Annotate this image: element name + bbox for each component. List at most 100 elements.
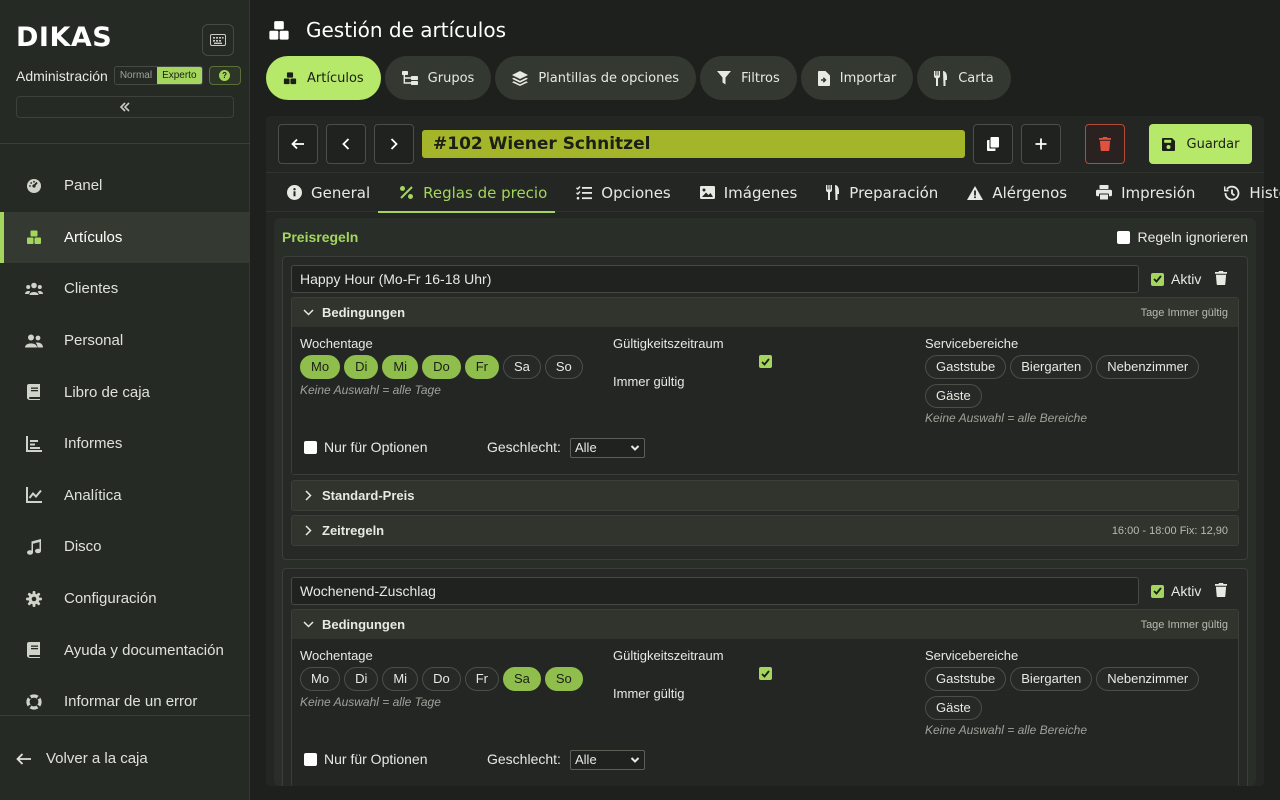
checkbox-box[interactable] [304,752,317,766]
day-pill[interactable]: Di [344,355,379,379]
delete-button[interactable] [1085,124,1125,164]
sidebar-item-informar-error[interactable]: Informar de un error [0,676,250,728]
gender-select[interactable]: Alle [570,438,645,458]
subtab-reglas-de-precio[interactable]: Reglas de precio [378,173,556,213]
tab-importar[interactable]: Importar [800,56,914,100]
conditions-header[interactable]: Bedingungen Tage Immer gültig [292,610,1238,639]
rule-name-input[interactable]: Happy Hour (Mo-Fr 16-18 Uhr) [291,265,1139,293]
standard-price-section: Standard-Preis [291,480,1239,511]
subtab-opciones[interactable]: Opciones [555,173,678,212]
sidebar-item-panel[interactable]: Panel [0,160,250,212]
active-label: Aktiv [1171,583,1202,599]
sidebar-item-ayuda[interactable]: Ayuda y documentación [0,624,250,676]
tab-grupos[interactable]: Grupos [384,56,492,100]
sidebar-item-configuracion[interactable]: Configuración [0,573,250,625]
area-pill[interactable]: Biergarten [1010,355,1093,379]
chevrons-left-icon [119,102,130,112]
subtab-alergenos[interactable]: Alérgenos [946,173,1075,212]
delete-rule-button[interactable] [1215,583,1227,597]
conditions-section: Bedingungen Tage Immer gültig Wochentage … [291,609,1239,786]
day-pill[interactable]: Sa [502,667,541,691]
area-pill[interactable]: Nebenzimmer [1096,355,1200,379]
chevron-down-icon [630,445,640,451]
subtab-imagenes[interactable]: Imágenes [679,173,806,212]
service-area-pills: Gaststube Biergarten Nebenzimmer Gäste [925,667,1225,725]
day-pill[interactable]: Mo [300,355,341,379]
collapse-sidebar-button[interactable] [16,96,234,118]
checkbox-box[interactable] [1117,230,1131,244]
conditions-header[interactable]: Bedingungen Tage Immer gültig [292,298,1238,327]
delete-rule-button[interactable] [1215,271,1227,285]
sidebar-item-articulos[interactable]: Artículos [0,211,250,264]
rule-active-checkbox[interactable]: Aktiv [1151,583,1201,599]
conditions-label: Bedingungen [322,617,406,632]
tab-filtros[interactable]: Filtros [700,56,797,100]
sidebar-item-clientes[interactable]: Clientes [0,263,250,315]
keyboard-icon [210,34,226,46]
keyboard-button[interactable] [202,24,234,56]
area-pill[interactable]: Nebenzimmer [1096,667,1200,691]
day-pill[interactable]: Fr [464,355,499,379]
time-rules-header[interactable]: Zeitregeln 16:00 - 18:00 Fix: 12,90 [292,516,1238,545]
subtab-general[interactable]: General [266,173,378,212]
history-icon [1224,185,1240,201]
checkbox-box[interactable] [304,440,317,454]
subtab-impresion[interactable]: Impresión [1075,173,1203,212]
standard-price-header[interactable]: Standard-Preis [292,481,1238,510]
sidebar-item-disco[interactable]: Disco [0,521,250,573]
day-pill[interactable]: Do [422,667,461,691]
day-pill[interactable]: Mi [382,667,419,691]
percent-icon [399,185,414,200]
always-valid-checkbox[interactable] [759,667,772,680]
day-pill[interactable]: Do [422,355,461,379]
options-only-checkbox[interactable]: Nur für Optionen [304,439,428,455]
tab-articulos[interactable]: Artículos [266,56,381,100]
day-pill[interactable]: Mi [382,355,419,379]
day-pill[interactable]: Mo [300,667,341,691]
day-pill[interactable]: So [544,355,583,379]
area-pill[interactable]: Gäste [925,696,982,720]
previous-button[interactable] [326,124,366,164]
subtab-historial[interactable]: Historial [1203,173,1280,212]
tab-carta[interactable]: Carta [917,56,1011,100]
back-to-pos-link[interactable]: Volver a la caja [16,750,148,767]
sidebar-item-personal[interactable]: Personal [0,315,250,367]
back-button[interactable] [278,124,318,164]
always-valid-checkbox[interactable] [759,355,772,368]
area-pill[interactable]: Biergarten [1010,667,1093,691]
options-only-checkbox[interactable]: Nur für Optionen [304,751,428,767]
rule-active-checkbox[interactable]: Aktiv [1151,271,1201,287]
day-pill[interactable]: Di [344,667,379,691]
day-pill[interactable]: So [544,667,583,691]
next-button[interactable] [374,124,414,164]
sidebar-item-informes[interactable]: Informes [0,418,250,470]
page-title: Gestión de artículos [306,18,507,42]
mode-normal[interactable]: Normal [115,67,157,84]
time-rules-section: Zeitregeln 16:00 - 18:00 Fix: 12,90 [291,515,1239,546]
day-pill[interactable]: Fr [464,667,499,691]
save-button[interactable]: Guardar [1149,124,1252,164]
checkbox-box[interactable] [1151,272,1164,286]
price-rule-card: Happy Hour (Mo-Fr 16-18 Uhr) Aktiv Bedin… [282,256,1248,560]
tab-plantillas[interactable]: Plantillas de opciones [495,56,697,100]
area-pill[interactable]: Gäste [925,384,982,408]
sidebar-item-analitica[interactable]: Analítica [0,470,250,522]
add-button[interactable] [1021,124,1061,164]
ignore-rules-checkbox[interactable]: Regeln ignorieren [1117,229,1248,245]
day-pill[interactable]: Sa [502,355,541,379]
article-title-field[interactable]: #102 Wiener Schnitzel [422,130,965,158]
lifebuoy-icon [25,693,43,711]
weekday-pills: Mo Di Mi Do Fr Sa So [300,667,600,696]
subtab-preparacion[interactable]: Preparación [805,173,946,212]
area-pill[interactable]: Gaststube [925,355,1007,379]
duplicate-button[interactable] [973,124,1013,164]
sidebar-item-libro-de-caja[interactable]: Libro de caja [0,366,250,418]
area-pill[interactable]: Gaststube [925,667,1007,691]
rule-name-input[interactable]: Wochenend-Zuschlag [291,577,1139,605]
mode-switch[interactable]: Normal Experto [113,66,203,85]
checkbox-box[interactable] [1151,584,1164,598]
subtab-label: Historial [1249,183,1280,202]
gender-select[interactable]: Alle [570,750,645,770]
help-button[interactable]: ? [208,66,241,85]
mode-expert[interactable]: Experto [157,67,202,84]
